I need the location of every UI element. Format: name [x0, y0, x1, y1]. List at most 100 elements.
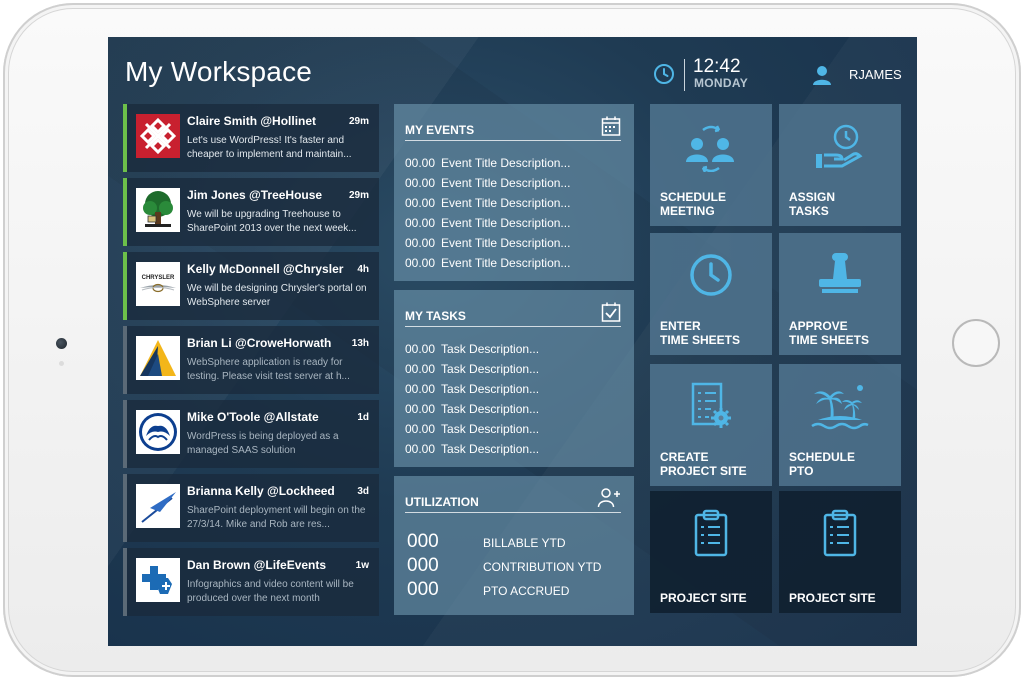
- hollinet-logo: [136, 114, 180, 158]
- feed-author: Kelly McDonnell @Chrysler: [187, 262, 344, 276]
- task-row[interactable]: 00.00 Task Description...: [405, 442, 624, 462]
- user-icon[interactable]: [811, 64, 833, 86]
- tile-sublabel: TASKS: [789, 204, 829, 218]
- enter-time-sheets-tile[interactable]: ENTER TIME SHEETS: [650, 233, 772, 355]
- feed-item[interactable]: Mike O'Toole @Allstate 1d WordPress is b…: [123, 400, 379, 468]
- create-project-site-tile[interactable]: CREATE PROJECT SITE: [650, 364, 772, 486]
- event-title: Event Title Description...: [441, 236, 571, 250]
- feed-message: We will be designing Chrysler's portal o…: [187, 283, 367, 308]
- task-time: 00.00: [405, 422, 436, 436]
- event-row[interactable]: 00.00 Event Title Description...: [405, 236, 624, 256]
- event-row[interactable]: 00.00 Event Title Description...: [405, 256, 624, 276]
- blue-cross-logo: [136, 558, 180, 602]
- task-row[interactable]: 00.00 Task Description...: [405, 362, 624, 382]
- event-time: 00.00: [405, 176, 436, 190]
- event-row[interactable]: 00.00 Event Title Description...: [405, 196, 624, 216]
- tile-label: ASSIGN: [789, 190, 836, 204]
- project-site-tile[interactable]: PROJECT SITE: [779, 491, 901, 613]
- chrysler-logo-text: CHRYSLER: [142, 275, 175, 281]
- add-user-icon[interactable]: [597, 487, 621, 509]
- schedule-pto-tile[interactable]: SCHEDULE PTO: [779, 364, 901, 486]
- allstate-logo: [136, 410, 180, 454]
- task-row[interactable]: 00.00 Task Description...: [405, 402, 624, 422]
- event-row[interactable]: 00.00 Event Title Description...: [405, 216, 624, 236]
- event-title: Event Title Description...: [441, 196, 571, 210]
- tile-sublabel: TIME SHEETS: [660, 333, 741, 347]
- tile-label: APPROVE: [789, 319, 848, 333]
- tile-label: PROJECT SITE: [789, 591, 876, 605]
- events-title: MY EVENTS: [405, 123, 475, 137]
- event-row[interactable]: 00.00 Event Title Description...: [405, 176, 624, 196]
- utilization-pto: 000 PTO ACCRUED: [407, 579, 617, 603]
- calendar-icon[interactable]: [601, 115, 621, 137]
- schedule-meeting-tile[interactable]: SCHEDULE MEETING: [650, 104, 772, 226]
- feed-item[interactable]: Dan Brown @LifeEvents 1w Infographics an…: [123, 548, 379, 616]
- home-button[interactable]: [952, 319, 1000, 367]
- chrysler-logo: CHRYSLER: [136, 262, 180, 306]
- feed-message: WebSphere application is ready for testi…: [187, 357, 350, 382]
- tile-label: SCHEDULE: [789, 450, 856, 464]
- contribution-label: CONTRIBUTION YTD: [483, 560, 602, 574]
- feed-item[interactable]: Brianna Kelly @Lockheed 3d SharePoint de…: [123, 474, 379, 542]
- clock-icon: [654, 64, 674, 84]
- utilization-title: UTILIZATION: [405, 495, 479, 509]
- event-title: Event Title Description...: [441, 156, 571, 170]
- task-time: 00.00: [405, 342, 436, 356]
- events-panel: MY EVENTS 00.00 Event Title Description..…: [394, 104, 634, 281]
- event-title: Event Title Description...: [441, 176, 571, 190]
- event-time: 00.00: [405, 156, 436, 170]
- tile-sublabel: MEETING: [660, 204, 715, 218]
- assign-tasks-tile[interactable]: ASSIGN TASKS: [779, 104, 901, 226]
- feed-message: Infographics and video content will be p…: [187, 579, 354, 604]
- current-time: 12:42: [693, 56, 741, 77]
- billable-value: 000: [407, 531, 439, 552]
- task-title: Task Description...: [441, 422, 540, 436]
- task-time: 00.00: [405, 382, 436, 396]
- feed-item[interactable]: Claire Smith @Hollinet 29m Let's use Wor…: [123, 104, 379, 172]
- event-time: 00.00: [405, 236, 436, 250]
- feed-time: 29m: [348, 190, 369, 201]
- pto-label: PTO ACCRUED: [483, 584, 570, 598]
- header-divider: [684, 59, 685, 91]
- task-title: Task Description...: [441, 402, 540, 416]
- camera-icon: [56, 338, 67, 349]
- feed-time: 1w: [355, 560, 369, 571]
- feed-item[interactable]: Brian Li @CroweHorwath 13h WebSphere app…: [123, 326, 379, 394]
- tasks-header: MY TASKS: [405, 301, 621, 327]
- feed-message: SharePoint deployment will begin on the …: [187, 505, 366, 530]
- username[interactable]: RJAMES: [849, 67, 902, 82]
- feed-item[interactable]: Jim Jones @TreeHouse 29m We will be upgr…: [123, 178, 379, 246]
- utilization-panel: UTILIZATION 000 BILLABLE YTD 000 CONTRIB…: [394, 476, 634, 615]
- clipboard-icon: [694, 509, 728, 557]
- task-row[interactable]: 00.00 Task Description...: [405, 422, 624, 442]
- current-day: MONDAY: [694, 76, 749, 90]
- feed-time: 13h: [351, 338, 369, 349]
- feed-time: 3d: [357, 486, 369, 497]
- checkbox-icon[interactable]: [601, 301, 621, 323]
- tile-label: ENTER: [660, 319, 701, 333]
- feed-time: 1d: [357, 412, 369, 423]
- workspace-screen: My Workspace 12:42 MONDAY RJAMES Claire …: [108, 37, 917, 646]
- task-time: 00.00: [405, 402, 436, 416]
- event-row[interactable]: 00.00 Event Title Description...: [405, 156, 624, 176]
- project-site-tile[interactable]: PROJECT SITE: [650, 491, 772, 613]
- meeting-icon: [686, 125, 734, 172]
- crowe-horwath-logo: [136, 336, 180, 380]
- document-gear-icon: [691, 382, 731, 428]
- approve-time-sheets-tile[interactable]: APPROVE TIME SHEETS: [779, 233, 901, 355]
- clipboard-icon: [823, 509, 857, 557]
- task-title: Task Description...: [441, 342, 540, 356]
- task-row[interactable]: 00.00 Task Description...: [405, 382, 624, 402]
- feed-message: Let's use WordPress! It's faster and che…: [187, 135, 352, 160]
- feed-author: Brianna Kelly @Lockheed: [187, 484, 335, 498]
- tasks-panel: MY TASKS 00.00 Task Description... 00.00 T…: [394, 290, 634, 467]
- activity-feed: Claire Smith @Hollinet 29m Let's use Wor…: [123, 104, 379, 622]
- sensor-dot: [59, 361, 64, 366]
- contribution-value: 000: [407, 555, 439, 576]
- pto-value: 000: [407, 579, 439, 600]
- feed-item[interactable]: CHRYSLER Kelly McDonnell @Chrysler 4h We…: [123, 252, 379, 320]
- utilization-billable: 000 BILLABLE YTD: [407, 531, 617, 555]
- tasks-list: 00.00 Task Description... 00.00 Task Descr…: [405, 342, 624, 462]
- task-row[interactable]: 00.00 Task Description...: [405, 342, 624, 362]
- event-time: 00.00: [405, 256, 436, 270]
